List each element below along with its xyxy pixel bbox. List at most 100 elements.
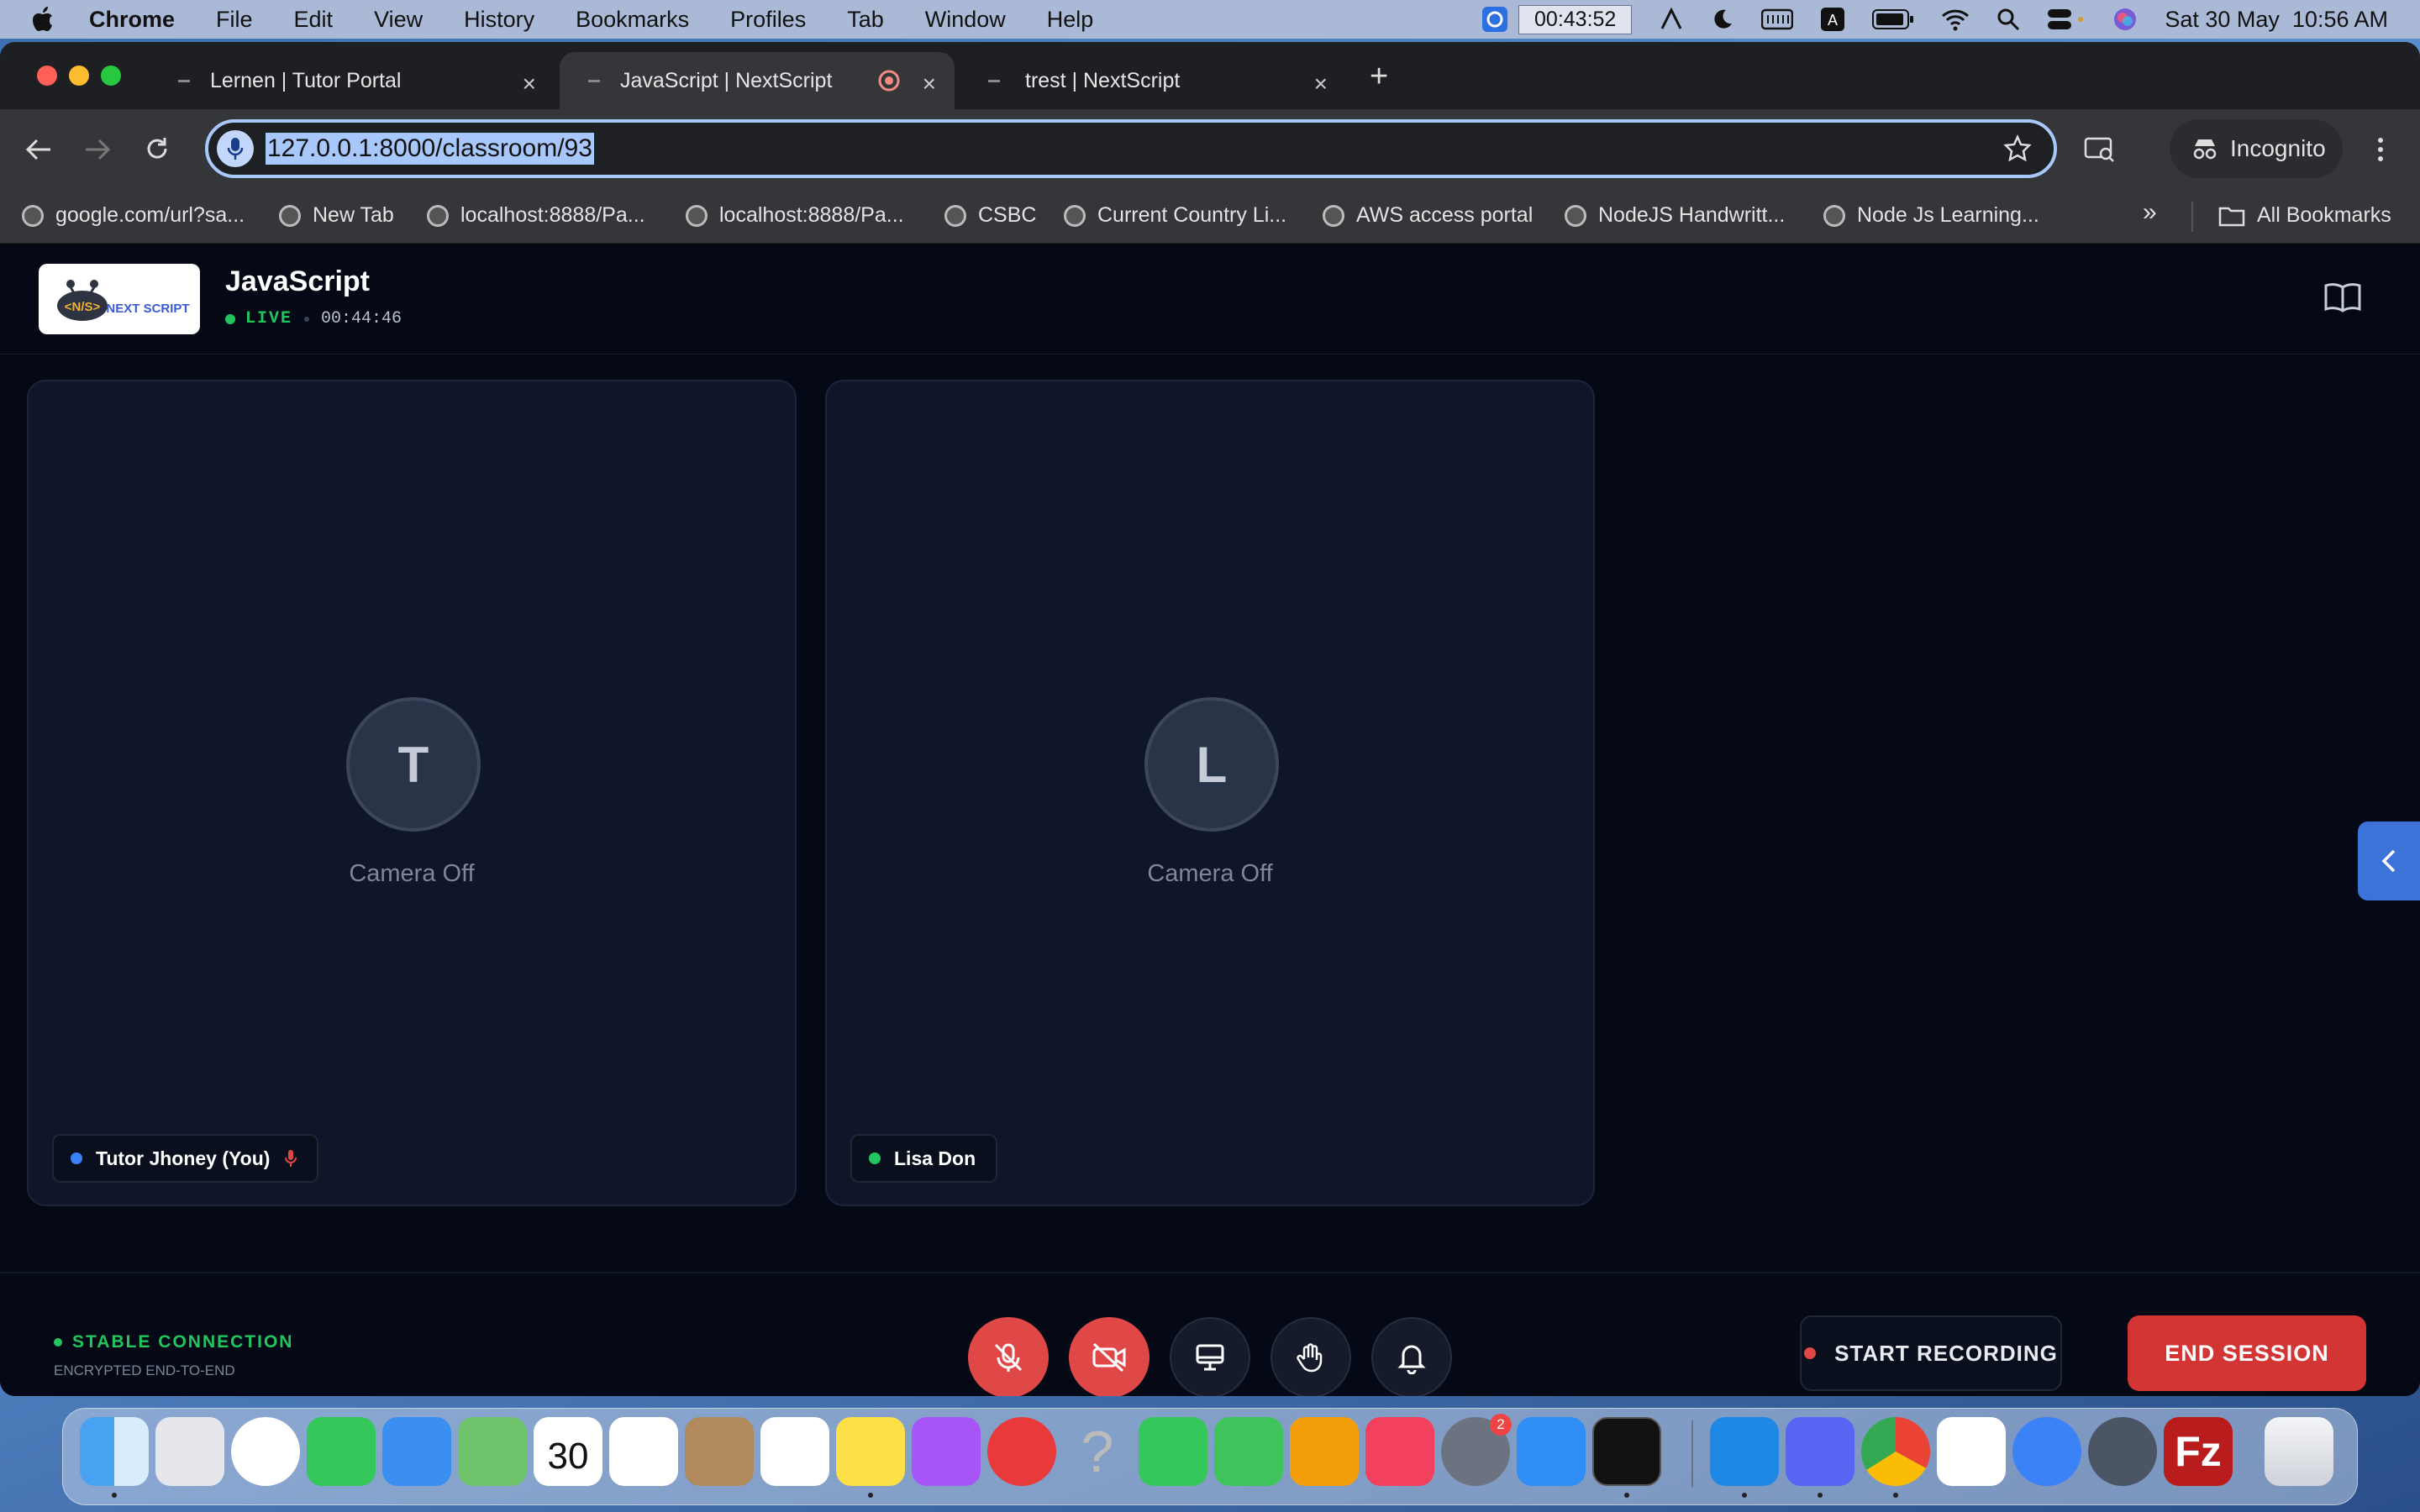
reload-icon[interactable] — [145, 136, 170, 161]
maps-icon[interactable] — [458, 1417, 527, 1486]
start-recording-button[interactable]: START RECORDING — [1800, 1315, 2062, 1391]
window-close-button[interactable] — [37, 66, 57, 86]
tab-close-icon[interactable]: × — [523, 71, 536, 97]
new-tab-button[interactable]: + — [1370, 59, 1388, 95]
screen-share-button[interactable] — [1170, 1317, 1250, 1396]
menu-bookmarks[interactable]: Bookmarks — [576, 7, 689, 33]
trash-icon[interactable] — [2265, 1417, 2333, 1486]
tracker-app-icon[interactable] — [2012, 1417, 2081, 1486]
menu-view[interactable]: View — [374, 7, 423, 33]
bookmark-item[interactable]: NodeJS Handwritt... — [1565, 203, 1785, 228]
control-center-icon[interactable] — [2047, 8, 2086, 31]
bookmark-item[interactable]: Current Country Li... — [1064, 203, 1286, 228]
bookmark-item[interactable]: AWS access portal — [1323, 203, 1533, 228]
wifi-icon[interactable] — [1941, 8, 1970, 31]
menu-help[interactable]: Help — [1047, 7, 1094, 33]
music-tuner-icon[interactable] — [987, 1417, 1056, 1486]
microphone-in-use-icon[interactable] — [217, 130, 254, 167]
bookmark-item[interactable]: localhost:8888/Pa... — [686, 203, 904, 228]
bookmark-item[interactable]: Node Js Learning... — [1823, 203, 2039, 228]
photos-icon[interactable] — [609, 1417, 678, 1486]
launchpad-icon[interactable] — [155, 1417, 224, 1486]
font-icon[interactable] — [1659, 7, 1684, 32]
session-status: LIVE 00:44:46 — [225, 309, 402, 328]
itunes-music-icon[interactable] — [1365, 1417, 1434, 1486]
input-source-icon[interactable]: A — [1820, 7, 1845, 32]
bookmark-item[interactable]: New Tab — [279, 203, 394, 228]
contacts-icon[interactable] — [685, 1417, 754, 1486]
menu-window[interactable]: Window — [925, 7, 1006, 33]
lens-search-icon[interactable] — [2084, 136, 2116, 163]
raise-hand-button[interactable] — [1270, 1317, 1351, 1396]
moon-icon[interactable] — [1711, 8, 1734, 31]
all-bookmarks-button[interactable]: All Bookmarks — [2218, 203, 2391, 228]
bookmark-item[interactable]: google.com/url?sa... — [22, 203, 245, 228]
menubar-datetime[interactable]: Sat 30 May 10:56 AM — [2165, 7, 2388, 33]
numbers-icon[interactable] — [1139, 1417, 1207, 1486]
end-session-button[interactable]: END SESSION — [2128, 1315, 2366, 1391]
browser-toolbar: 127.0.0.1:8000/classroom/93 Incognito — [0, 109, 2420, 190]
siri-icon[interactable] — [2112, 7, 2138, 32]
menu-profiles[interactable]: Profiles — [730, 7, 806, 33]
tab-trest[interactable]: trest | NextScript × — [960, 52, 1346, 109]
menu-file[interactable]: File — [216, 7, 253, 33]
menu-tab[interactable]: Tab — [847, 7, 884, 33]
separator-dot — [304, 316, 310, 322]
back-icon[interactable] — [25, 138, 52, 161]
incognito-badge[interactable]: Incognito — [2170, 119, 2343, 178]
notes-icon[interactable] — [836, 1417, 905, 1486]
messages-icon[interactable] — [307, 1417, 376, 1486]
bell-icon — [1397, 1345, 1426, 1374]
forward-icon[interactable] — [84, 138, 111, 161]
bookmark-item[interactable]: localhost:8888/Pa... — [427, 203, 645, 228]
keyboard-icon[interactable] — [1761, 8, 1794, 31]
window-zoom-button[interactable] — [101, 66, 121, 86]
tab-javascript[interactable]: JavaScript | NextScript × — [560, 52, 955, 109]
bookmarks-bar: google.com/url?sa... New Tab localhost:8… — [0, 190, 2420, 244]
facetime-icon[interactable] — [1214, 1417, 1283, 1486]
bookmark-item[interactable]: CSBC — [944, 203, 1036, 228]
mail-icon[interactable] — [382, 1417, 451, 1486]
apple-icon[interactable] — [32, 7, 54, 32]
menu-edit[interactable]: Edit — [294, 7, 334, 33]
timer-readout[interactable]: 00:43:52 — [1518, 4, 1633, 34]
menu-app-name[interactable]: Chrome — [89, 7, 175, 33]
safari-icon[interactable] — [231, 1417, 300, 1486]
app-store-icon[interactable] — [1517, 1417, 1586, 1486]
discord-icon[interactable] — [1786, 1417, 1854, 1486]
browser-menu-icon[interactable] — [2376, 136, 2385, 163]
tab-close-icon[interactable]: × — [923, 71, 936, 97]
spotlight-search-icon[interactable] — [1996, 8, 2020, 31]
chrome-icon[interactable] — [1861, 1417, 1930, 1486]
tab-close-icon[interactable]: × — [1314, 71, 1328, 97]
mute-mic-button[interactable] — [968, 1317, 1049, 1396]
terminal-icon[interactable] — [1592, 1417, 1661, 1486]
finder-icon[interactable] — [80, 1417, 149, 1486]
reminders-icon[interactable] — [760, 1417, 829, 1486]
menu-history[interactable]: History — [464, 7, 534, 33]
tableplus-icon[interactable] — [2088, 1417, 2157, 1486]
side-panel-toggle[interactable] — [2358, 822, 2420, 900]
window-minimize-button[interactable] — [69, 66, 89, 86]
globe-icon — [427, 204, 449, 227]
url-text[interactable]: 127.0.0.1:8000/classroom/93 — [266, 133, 594, 165]
arc-browser-icon[interactable] — [1937, 1417, 2006, 1486]
filezilla-icon[interactable]: Fz — [2164, 1417, 2233, 1486]
battery-icon[interactable] — [1872, 8, 1914, 30]
bookmarks-divider — [2191, 202, 2193, 232]
tracker-icon[interactable] — [1481, 6, 1508, 33]
vscode-icon[interactable] — [1710, 1417, 1779, 1486]
camera-toggle-button[interactable] — [1069, 1317, 1150, 1396]
pages-icon[interactable] — [1290, 1417, 1359, 1486]
calendar-icon[interactable]: 30 — [534, 1417, 602, 1486]
help-icon[interactable]: ? — [1063, 1417, 1132, 1486]
podcasts-icon[interactable] — [912, 1417, 981, 1486]
bookmarks-overflow-icon[interactable]: » — [2143, 198, 2157, 227]
notifications-button[interactable] — [1371, 1317, 1452, 1396]
address-bar[interactable]: 127.0.0.1:8000/classroom/93 — [205, 119, 2057, 178]
bookmark-star-icon[interactable] — [2003, 134, 2032, 163]
tab-lernen[interactable]: Lernen | Tutor Portal × — [150, 52, 555, 109]
bookmark-label: Node Js Learning... — [1857, 203, 2039, 227]
session-title: JavaScript — [225, 265, 370, 297]
book-icon[interactable] — [2324, 282, 2361, 312]
